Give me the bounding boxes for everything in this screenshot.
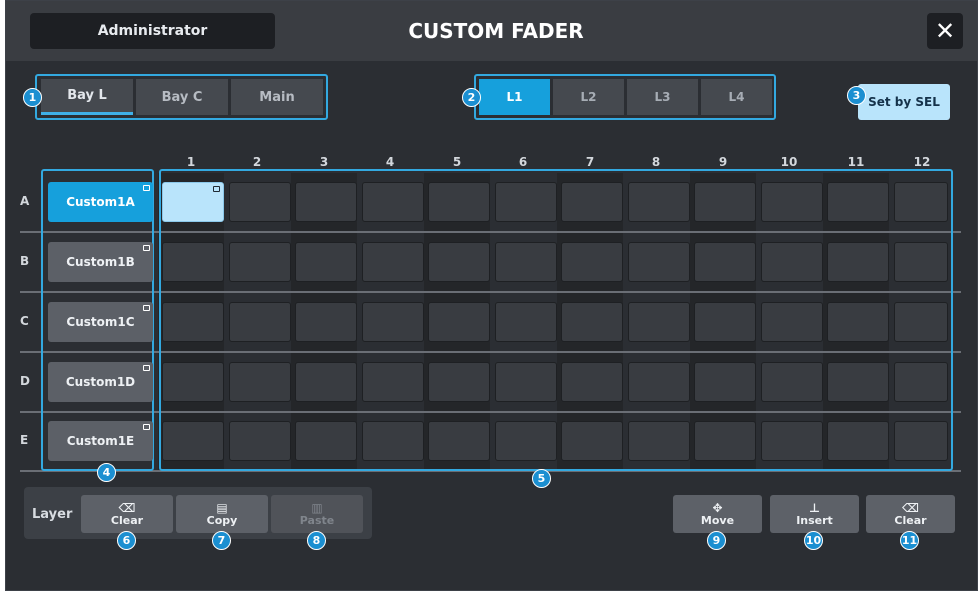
edit-corner-icon [143, 424, 150, 430]
edit-corner-icon [143, 185, 150, 191]
close-button[interactable]: ✕ [927, 13, 963, 49]
column-header: 4 [385, 155, 395, 169]
edit-corner-icon [143, 305, 150, 311]
title-bar: Administrator CUSTOM FADER ✕ [6, 1, 977, 61]
channel-grid-outline [159, 169, 953, 471]
layer-label: Layer [32, 507, 73, 522]
edit-corner-icon [143, 245, 150, 251]
column-header: 6 [518, 155, 528, 169]
row-header: D [20, 374, 30, 388]
callout-badge-7: 7 [212, 531, 231, 550]
insert-icon: ⊥ [809, 500, 820, 515]
custom-fader-label: Custom1B [66, 255, 135, 269]
tab-layer-l4[interactable]: L4 [701, 79, 772, 115]
callout-badge-8: 8 [307, 531, 326, 550]
window-title: CUSTOM FADER [408, 19, 584, 43]
layer-clear-label: Clear [110, 513, 144, 527]
custom-fader-label: Custom1C [66, 315, 135, 329]
move-icon: ✥ [712, 500, 723, 515]
column-header: 11 [847, 155, 865, 169]
layer-clear-button[interactable]: ⌫ Clear [81, 495, 173, 533]
callout-badge-6: 6 [117, 531, 136, 550]
clear-icon: ⌫ [118, 500, 136, 515]
tab-bay-l[interactable]: Bay L [41, 79, 133, 115]
custom-fader-label: Custom1D [65, 375, 136, 389]
callout-badge-4: 4 [97, 463, 116, 482]
column-header: 3 [319, 155, 329, 169]
column-header: 12 [913, 155, 931, 169]
row-header: E [20, 433, 29, 447]
insert-label: Insert [796, 513, 833, 527]
row-header: A [20, 194, 30, 208]
column-header: 10 [780, 155, 798, 169]
callout-badge-3: 3 [847, 86, 866, 105]
insert-button[interactable]: ⊥ Insert [770, 495, 859, 533]
edit-corner-icon [143, 365, 150, 371]
tab-layer-l1[interactable]: L1 [479, 79, 550, 115]
callout-badge-9: 9 [707, 531, 726, 550]
column-header: 2 [252, 155, 262, 169]
layer-paste-button[interactable]: ▥ Paste [271, 495, 363, 533]
move-button[interactable]: ✥ Move [673, 495, 762, 533]
row-header: C [20, 314, 29, 328]
custom-fader-button-d[interactable]: Custom1D [48, 362, 153, 402]
tab-main[interactable]: Main [231, 79, 323, 115]
callout-badge-2: 2 [462, 88, 481, 107]
row-header: B [20, 254, 30, 268]
custom-fader-label: Custom1E [66, 434, 135, 448]
close-icon: ✕ [934, 17, 956, 45]
custom-fader-label: Custom1A [66, 195, 135, 209]
copy-icon: ▤ [216, 500, 228, 515]
clear-label: Clear [894, 513, 927, 527]
callout-badge-10: 10 [804, 531, 823, 550]
column-header: 7 [585, 155, 595, 169]
callout-badge-5: 5 [532, 469, 551, 488]
custom-fader-button-e[interactable]: Custom1E [48, 421, 153, 461]
callout-badge-1: 1 [23, 88, 42, 107]
layer-copy-button[interactable]: ▤ Copy [176, 495, 268, 533]
custom-fader-button-a[interactable]: Custom1A [48, 182, 153, 222]
column-header: 5 [452, 155, 462, 169]
set-by-sel-button[interactable]: Set by SEL [858, 84, 950, 120]
layer-copy-label: Copy [206, 513, 238, 527]
custom-fader-window: Administrator CUSTOM FADER ✕ 1 Bay L Bay… [5, 0, 978, 591]
tab-layer-l3[interactable]: L3 [627, 79, 698, 115]
tab-bay-c[interactable]: Bay C [136, 79, 228, 115]
move-label: Move [700, 513, 735, 527]
paste-icon: ▥ [311, 500, 323, 515]
user-indicator[interactable]: Administrator [30, 13, 275, 49]
column-header: 8 [651, 155, 661, 169]
column-header: 9 [718, 155, 728, 169]
tab-layer-l2[interactable]: L2 [553, 79, 624, 115]
callout-badge-11: 11 [900, 531, 919, 550]
custom-fader-button-c[interactable]: Custom1C [48, 302, 153, 342]
clear-icon: ⌫ [902, 500, 919, 515]
layer-paste-label: Paste [299, 513, 335, 527]
clear-button[interactable]: ⌫ Clear [866, 495, 955, 533]
column-header: 1 [186, 155, 196, 169]
custom-fader-button-b[interactable]: Custom1B [48, 242, 153, 282]
